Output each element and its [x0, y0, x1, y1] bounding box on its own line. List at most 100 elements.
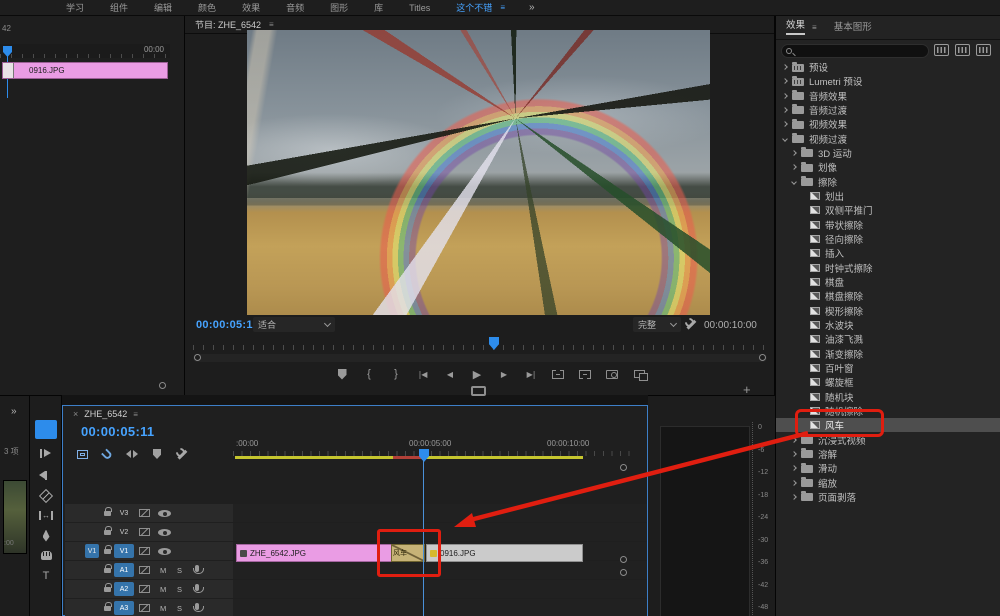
playback-resolution-dropdown[interactable]: 完整: [633, 317, 681, 332]
go-to-out-button[interactable]: ▶|: [524, 367, 538, 381]
effect-item-15[interactable]: 棋盘: [776, 275, 1000, 289]
close-icon[interactable]: ×: [73, 409, 78, 419]
track-header-a2[interactable]: A2MS: [65, 580, 233, 598]
effect-item-18[interactable]: 水波块: [776, 318, 1000, 332]
tab-effects[interactable]: 效果: [786, 17, 805, 35]
lock-icon[interactable]: [104, 587, 111, 592]
chevron-right-icon[interactable]: [791, 465, 797, 471]
track-header-v2[interactable]: V2: [65, 523, 233, 541]
snap-magnet-icon[interactable]: [101, 448, 113, 460]
lift-button[interactable]: [551, 367, 565, 381]
track-header-v1[interactable]: V1 V1: [65, 542, 233, 560]
effect-bin-8[interactable]: 擦除: [776, 175, 1000, 189]
track-target-v1[interactable]: V1: [114, 544, 134, 558]
scrollbar-knob[interactable]: [159, 382, 166, 389]
effect-bin-7[interactable]: 划像: [776, 160, 1000, 174]
hand-tool[interactable]: [35, 546, 57, 565]
step-back-button[interactable]: ◀: [443, 367, 457, 381]
sync-lock-icon[interactable]: [139, 509, 150, 517]
mute-button[interactable]: M: [160, 566, 166, 575]
timeline-settings-wrench-icon[interactable]: [176, 448, 188, 460]
mini-clip[interactable]: 0916.JPG: [2, 62, 168, 79]
effects-search-box[interactable]: [781, 44, 929, 58]
chevron-right-icon[interactable]: [791, 494, 797, 500]
timeline-tab[interactable]: × ZHE_6542 ≡: [73, 409, 138, 419]
effect-bin-27[interactable]: 溶解: [776, 447, 1000, 461]
lock-icon[interactable]: [104, 568, 111, 573]
linked-selection-icon[interactable]: [126, 450, 138, 459]
loop-playback-icon[interactable]: [471, 386, 486, 396]
slip-tool[interactable]: ↔: [35, 506, 57, 525]
solo-button[interactable]: S: [177, 604, 182, 613]
comparison-view-button[interactable]: [632, 367, 646, 381]
effect-item-20[interactable]: 渐变擦除: [776, 347, 1000, 361]
tab-essential-graphics[interactable]: 基本图形: [834, 19, 872, 35]
pen-tool[interactable]: [35, 526, 57, 545]
mute-button[interactable]: M: [160, 585, 166, 594]
lock-icon[interactable]: [104, 530, 111, 535]
razor-tool[interactable]: [35, 486, 57, 505]
workspace-tab-7[interactable]: 库: [374, 1, 383, 14]
workspace-tab-2[interactable]: 编辑: [154, 1, 172, 14]
effect-bin-30[interactable]: 页面剥落: [776, 490, 1000, 504]
effect-item-23[interactable]: 随机块: [776, 390, 1000, 404]
effect-item-14[interactable]: 时钟式擦除: [776, 261, 1000, 275]
nest-sequence-icon[interactable]: [77, 450, 88, 459]
chevron-right-icon[interactable]: [782, 64, 788, 70]
timeline-playhead[interactable]: [419, 449, 429, 462]
effect-item-11[interactable]: 带状擦除: [776, 218, 1000, 232]
effect-item-19[interactable]: 油漆飞溅: [776, 332, 1000, 346]
lock-icon[interactable]: [104, 606, 111, 611]
mark-out-button[interactable]: }: [389, 367, 403, 381]
expand-panel-chevron-icon[interactable]: »: [11, 406, 16, 417]
mini-horizontal-scrollbar[interactable]: [0, 382, 170, 390]
track-output-eye-icon[interactable]: [158, 510, 171, 517]
add-marker-button[interactable]: [335, 367, 349, 381]
chevron-down-icon[interactable]: [791, 179, 797, 185]
selection-tool[interactable]: [35, 420, 57, 439]
track-target-a1[interactable]: A1: [114, 563, 134, 577]
voiceover-mic-icon[interactable]: [195, 565, 199, 572]
effect-bin-4[interactable]: 视频效果: [776, 117, 1000, 131]
track-output-eye-icon[interactable]: [158, 548, 171, 555]
workspace-tab-9[interactable]: 这个不错: [456, 1, 492, 14]
settings-wrench-icon[interactable]: [685, 318, 697, 330]
track-target-a3[interactable]: A3: [114, 601, 134, 615]
track-select-forward-tool[interactable]: [35, 444, 57, 463]
voiceover-mic-icon[interactable]: [195, 584, 199, 591]
effect-item-21[interactable]: 百叶窗: [776, 361, 1000, 375]
chevron-right-icon[interactable]: [791, 150, 797, 156]
clip-left-handle[interactable]: [3, 63, 14, 78]
type-tool[interactable]: T: [35, 566, 57, 585]
thirtytwo-bit-effects-filter-icon[interactable]: [955, 44, 970, 56]
lock-icon[interactable]: [104, 511, 111, 516]
effect-bin-28[interactable]: 滑动: [776, 461, 1000, 475]
timeline-timecode[interactable]: 00:00:05:11: [81, 424, 154, 439]
effects-search-input[interactable]: [795, 45, 915, 57]
go-to-in-button[interactable]: |◀: [416, 367, 430, 381]
track-target-v2[interactable]: V2: [114, 525, 134, 539]
scrollbar-knob[interactable]: [620, 464, 627, 471]
export-frame-button[interactable]: [605, 367, 619, 381]
effect-bin-2[interactable]: 音频效果: [776, 89, 1000, 103]
effect-bin-3[interactable]: 音频过渡: [776, 103, 1000, 117]
panel-tab-partial[interactable]: 42: [2, 24, 11, 33]
track-header-v3[interactable]: V3: [65, 504, 233, 522]
effect-item-12[interactable]: 径向擦除: [776, 232, 1000, 246]
scrollbar-knob-right[interactable]: [759, 354, 766, 361]
workspace-tab-3[interactable]: 颜色: [198, 1, 216, 14]
chevron-right-icon[interactable]: [782, 78, 788, 84]
add-marker-icon[interactable]: [153, 449, 161, 459]
workspace-overflow-chevron-icon[interactable]: »: [529, 2, 534, 13]
effect-bin-5[interactable]: 视频过渡: [776, 132, 1000, 146]
scrollbar-knob-left[interactable]: [194, 354, 201, 361]
chevron-right-icon[interactable]: [791, 451, 797, 457]
chevron-down-icon[interactable]: [782, 136, 788, 142]
sync-lock-icon[interactable]: [139, 566, 150, 574]
effect-item-9[interactable]: 划出: [776, 189, 1000, 203]
source-patch-v1[interactable]: V1: [85, 544, 99, 558]
track-header-a1[interactable]: A1MS: [65, 561, 233, 579]
mini-time-ruler[interactable]: 00:00: [0, 44, 170, 58]
play-button[interactable]: ▶: [470, 367, 484, 381]
solo-button[interactable]: S: [177, 585, 182, 594]
